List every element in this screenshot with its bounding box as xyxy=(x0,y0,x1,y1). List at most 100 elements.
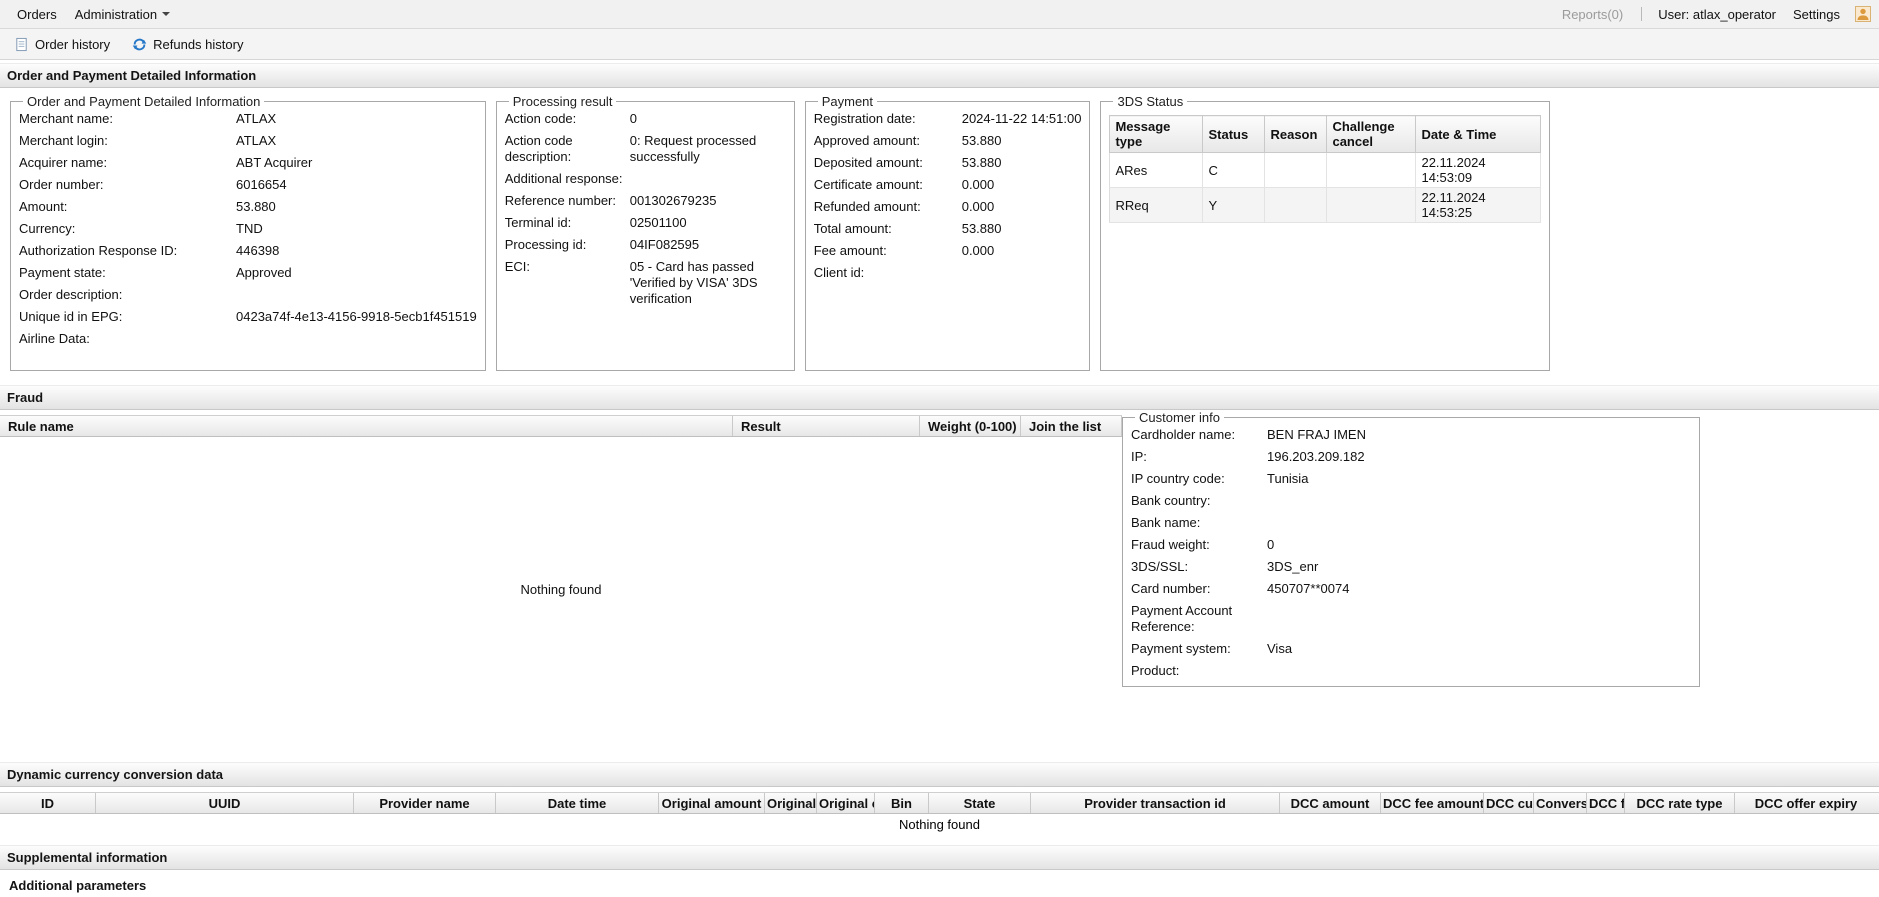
field-row: Merchant name: ATLAX xyxy=(19,111,477,127)
field-label: Acquirer name: xyxy=(19,155,108,170)
field-label: Reference number: xyxy=(504,193,616,208)
fraud-section-label: Fraud xyxy=(7,390,44,405)
threeds-col-message-type[interactable]: Message type xyxy=(1109,115,1204,153)
cell-challenge-cancel xyxy=(1326,152,1417,188)
field-label: Approved amount: xyxy=(813,133,920,148)
order-info-fieldset: Order and Payment Detailed Information M… xyxy=(10,94,486,371)
field-label: Terminal id: xyxy=(504,215,572,230)
fraud-col-rule-name[interactable]: Rule name xyxy=(0,416,733,436)
dcc-col-date-time[interactable]: Date time xyxy=(496,793,659,813)
field-row: Airline Data: xyxy=(19,331,477,347)
field-value: 53.880 xyxy=(961,155,1002,170)
field-value: 0 xyxy=(1267,537,1275,552)
field-row: Amount: 53.880 xyxy=(19,199,477,215)
table-row[interactable]: RReq Y 22.11.2024 14:53:25 xyxy=(1109,187,1542,223)
menu-reports[interactable]: Reports(0) xyxy=(1552,7,1633,22)
dcc-col-dcc-fee-amount[interactable]: DCC fee amount xyxy=(1381,793,1484,813)
field-label: Bank country: xyxy=(1131,493,1211,508)
table-row[interactable]: ARes C 22.11.2024 14:53:09 xyxy=(1109,152,1542,188)
field-row: Payment state: Approved xyxy=(19,265,477,281)
field-row: ECI: 05 - Card has passed 'Verified by VI… xyxy=(505,259,786,307)
field-value xyxy=(630,171,786,187)
field-row: Client id: xyxy=(814,265,1082,281)
field-row: Bank name: xyxy=(1131,515,1691,531)
document-icon xyxy=(14,37,29,52)
threeds-col-status[interactable]: Status xyxy=(1202,115,1266,153)
field-value: 0 xyxy=(629,111,637,126)
dcc-col-dcc-rate-type[interactable]: DCC rate type xyxy=(1625,793,1735,813)
field-value: 05 - Card has passed 'Verified by VISA' … xyxy=(629,259,758,306)
field-value: 6016654 xyxy=(236,177,287,192)
field-value: 53.880 xyxy=(961,221,1002,236)
fraud-col-join-list[interactable]: Join the list xyxy=(1021,416,1122,436)
menu-administration[interactable]: Administration xyxy=(66,7,179,22)
field-label: Amount: xyxy=(19,199,68,214)
threeds-col-challenge-cancel[interactable]: Challenge cancel xyxy=(1326,115,1417,153)
field-label: Total amount: xyxy=(813,221,892,236)
dcc-col-uuid[interactable]: UUID xyxy=(96,793,354,813)
cell-date-time: 22.11.2024 14:53:09 xyxy=(1415,152,1542,188)
cell-status: C xyxy=(1202,152,1266,188)
field-row: Fraud weight: 0 xyxy=(1131,537,1691,553)
field-value: Tunisia xyxy=(1267,471,1309,486)
dcc-col-dcc-offer-expiry[interactable]: DCC offer expiry xyxy=(1735,793,1877,813)
field-label: Action code: xyxy=(504,111,577,126)
field-value: 2024-11-22 14:51:00 xyxy=(961,111,1082,126)
processing-result-fieldset: Processing result Action code: 0 Action c… xyxy=(495,94,795,371)
field-row: Card number: 450707**0074 xyxy=(1131,581,1691,597)
field-value: 53.880 xyxy=(961,133,1002,148)
dcc-empty-message: Nothing found xyxy=(899,817,980,832)
field-label: Payment Account Reference: xyxy=(1131,603,1233,634)
refunds-history-button[interactable]: Refunds history xyxy=(122,32,253,57)
field-value: 3DS_enr xyxy=(1267,559,1319,574)
field-label: Order description: xyxy=(19,287,123,302)
menu-settings[interactable]: Settings xyxy=(1784,7,1849,22)
payment-fieldset: Payment Registration date: 2024-11-22 14:… xyxy=(804,94,1091,371)
fraud-col-weight[interactable]: Weight (0-100) xyxy=(920,416,1021,436)
dcc-col-conversion[interactable]: Conversi xyxy=(1534,793,1587,813)
field-value: 196.203.209.182 xyxy=(1267,449,1365,464)
user-icon xyxy=(1855,6,1871,22)
order-history-button[interactable]: Order history xyxy=(4,32,120,57)
field-label: IP country code: xyxy=(1131,471,1225,486)
dcc-col-provider-name[interactable]: Provider name xyxy=(354,793,496,813)
field-label: Additional response: xyxy=(504,171,623,186)
dcc-col-provider-transaction-id[interactable]: Provider transaction id xyxy=(1031,793,1280,813)
field-row: Fee amount: 0.000 xyxy=(814,243,1082,259)
field-label: ECI: xyxy=(504,259,531,274)
dcc-col-original-fee[interactable]: Original f xyxy=(765,793,817,813)
field-label: Payment way: xyxy=(1131,685,1267,686)
dcc-col-dcc-fee[interactable]: DCC fee xyxy=(1587,793,1625,813)
dcc-col-id[interactable]: ID xyxy=(0,793,96,813)
field-row: IP country code: Tunisia xyxy=(1131,471,1691,487)
field-value: ATLAX xyxy=(236,133,277,148)
field-value: Visa xyxy=(1267,641,1293,656)
dcc-col-state[interactable]: State xyxy=(929,793,1031,813)
dcc-col-original-amount[interactable]: Original amount xyxy=(659,793,765,813)
field-value xyxy=(1267,603,1691,635)
dcc-col-dcc-currency[interactable]: DCC curr xyxy=(1484,793,1534,813)
field-label: Bank name: xyxy=(1131,515,1201,530)
field-value xyxy=(236,287,477,303)
fraud-col-result[interactable]: Result xyxy=(733,416,920,436)
threeds-col-reason[interactable]: Reason xyxy=(1264,115,1328,153)
threeds-col-date-time[interactable]: Date & Time xyxy=(1415,115,1542,153)
field-row: IP: 196.203.209.182 xyxy=(1131,449,1691,465)
field-value: Card xyxy=(1267,685,1691,686)
field-label: Payment state: xyxy=(19,265,106,280)
field-label: Card number: xyxy=(1131,581,1211,596)
field-value: TND xyxy=(236,221,263,236)
processing-result-legend: Processing result xyxy=(512,94,613,109)
dcc-col-dcc-amount[interactable]: DCC amount xyxy=(1280,793,1381,813)
dcc-col-bin[interactable]: Bin xyxy=(875,793,929,813)
supplemental-section-header: Supplemental information xyxy=(0,845,1879,870)
field-label: Client id: xyxy=(813,265,865,280)
user-label: User: atlax_operator xyxy=(1658,6,1777,22)
refresh-arrows-icon xyxy=(132,37,147,52)
menu-orders[interactable]: Orders xyxy=(8,7,66,22)
field-value: 0423a74f-4e13-4156-9918-5ecb1f451519 xyxy=(236,309,477,324)
threeds-status-fieldset: 3DS Status Message type Status Reason Ch… xyxy=(1100,94,1551,371)
dcc-col-original-currency[interactable]: Original c xyxy=(817,793,875,813)
field-row: Unique id in EPG: 0423a74f-4e13-4156-9918… xyxy=(19,309,477,325)
field-value: 446398 xyxy=(236,243,280,258)
